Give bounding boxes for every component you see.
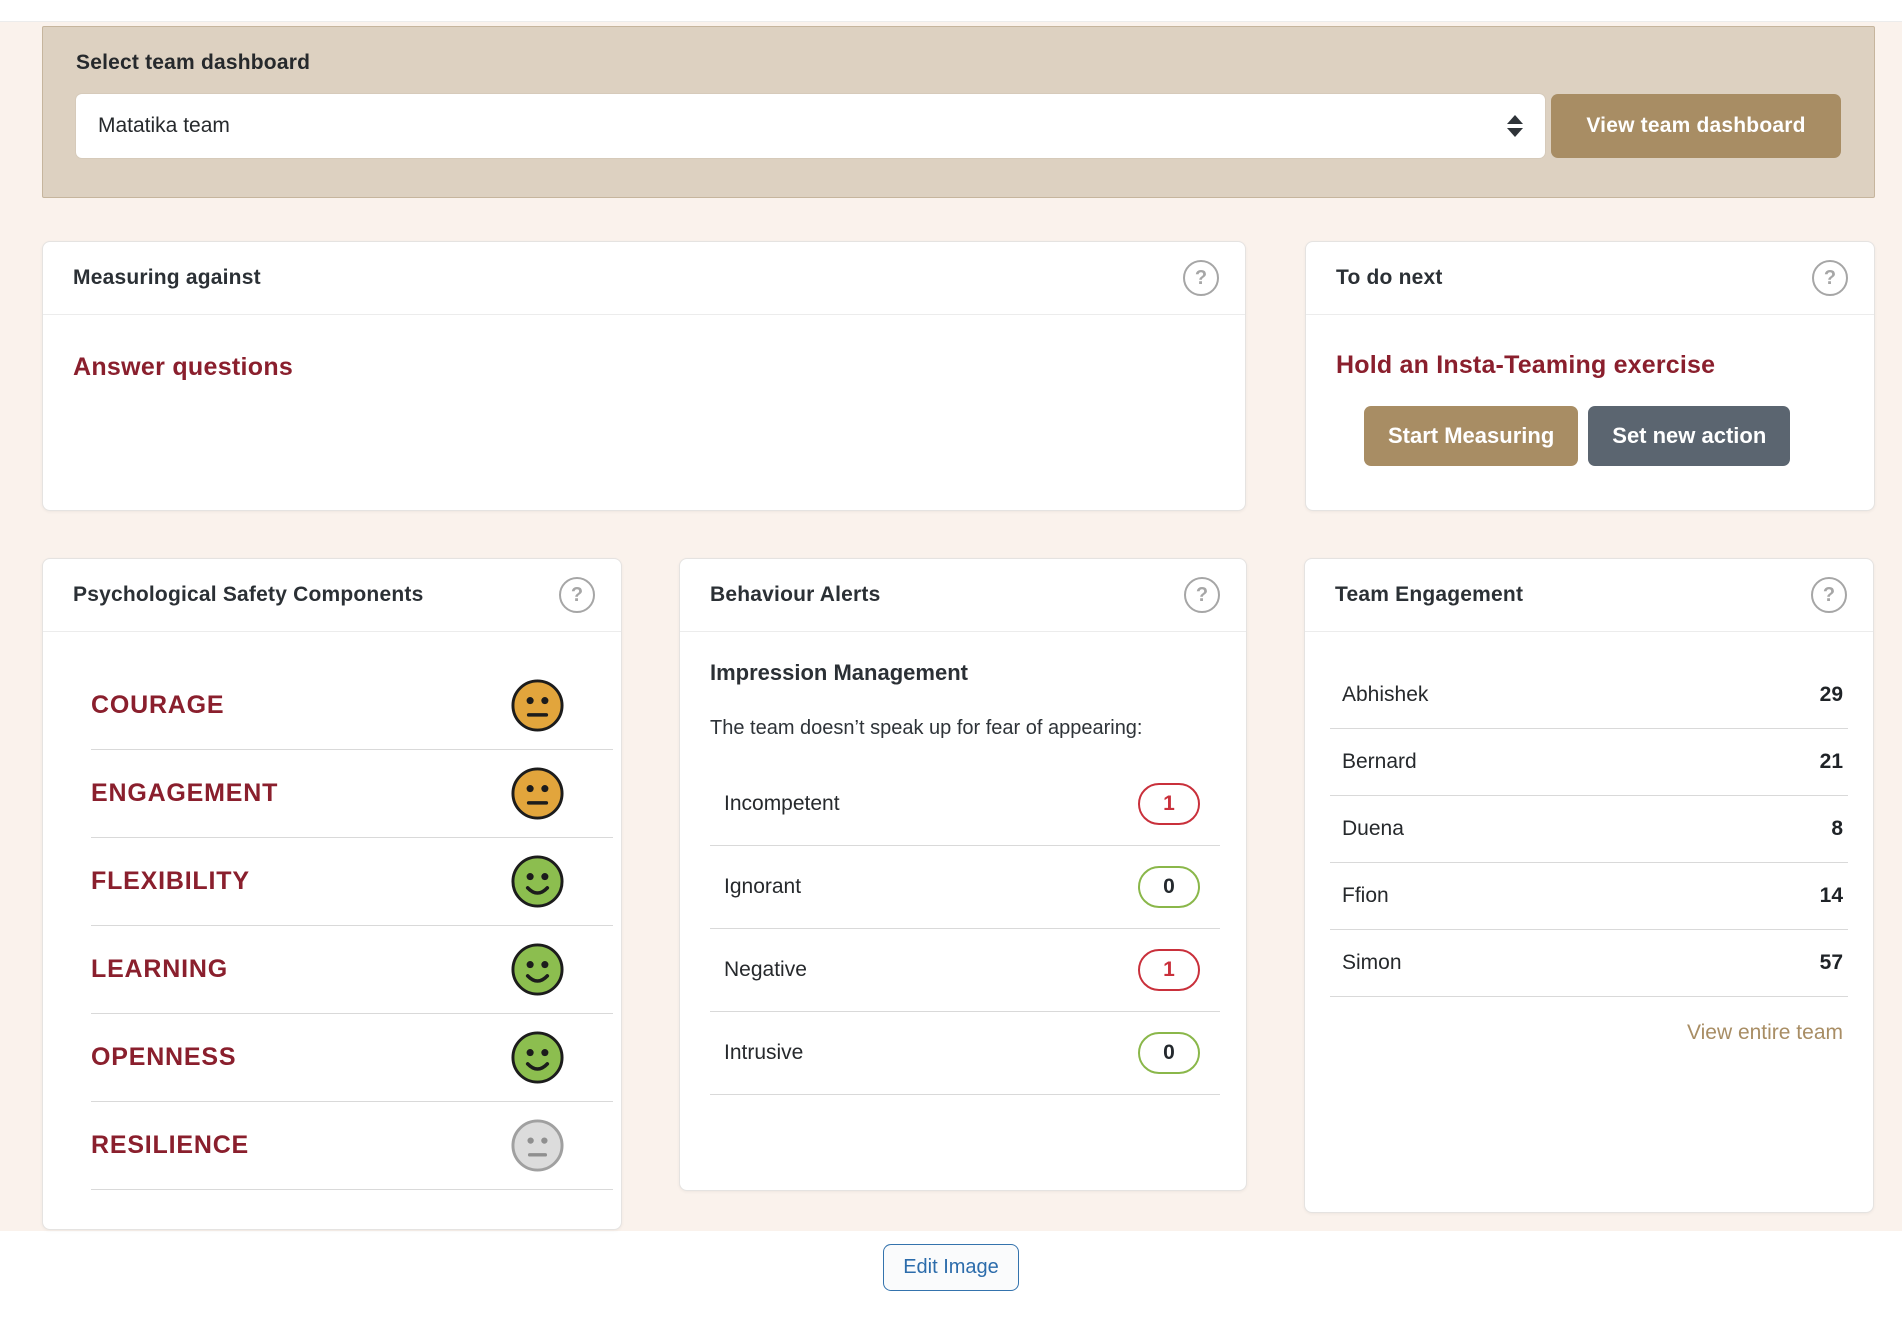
edit-image-button[interactable]: Edit Image (883, 1244, 1019, 1291)
team-member-row: Abhishek 29 (1330, 662, 1848, 729)
view-entire-team-link[interactable]: View entire team (1687, 1021, 1843, 1045)
psych-safety-header: Psychological Safety Components ? (43, 559, 621, 632)
psych-component-openness-link[interactable]: OPENNESS (91, 1043, 236, 1072)
insta-teaming-heading: Hold an Insta-Teaming exercise (1336, 351, 1844, 380)
help-icon[interactable]: ? (1811, 577, 1847, 613)
help-icon[interactable]: ? (1183, 260, 1219, 296)
team-engagement-card: Team Engagement ? Abhishek 29 Bernard 21… (1304, 558, 1874, 1213)
team-engagement-footer: View entire team (1330, 997, 1848, 1045)
psych-safety-row: LEARNING (91, 926, 613, 1014)
measuring-against-card: Measuring against ? Answer questions (42, 241, 1246, 511)
measuring-against-header: Measuring against ? (43, 242, 1245, 315)
team-select-row: Matatika team View team dashboard (76, 94, 1841, 158)
behaviour-alerts-list: Incompetent 1 Ignorant 0 Negative 1 Intr… (710, 763, 1220, 1095)
psych-safety-row: COURAGE (91, 662, 613, 750)
help-icon[interactable]: ? (559, 577, 595, 613)
to-do-next-card: To do next ? Hold an Insta-Teaming exerc… (1305, 241, 1875, 511)
page-footer: Edit Image (0, 1231, 1902, 1339)
alert-count-badge: 1 (1138, 949, 1200, 991)
behaviour-alert-row: Intrusive 0 (710, 1012, 1220, 1095)
alert-count-badge: 1 (1138, 783, 1200, 825)
team-member-row: Bernard 21 (1330, 729, 1848, 796)
psych-safety-row: RESILIENCE (91, 1102, 613, 1190)
help-icon[interactable]: ? (1812, 260, 1848, 296)
behaviour-alerts-body: Impression Management The team doesn’t s… (680, 632, 1246, 1095)
team-engagement-title: Team Engagement (1335, 583, 1523, 607)
to-do-next-buttons: Start Measuring Set new action (1364, 406, 1844, 466)
behaviour-alerts-header: Behaviour Alerts ? (680, 559, 1246, 632)
behaviour-alert-row: Incompetent 1 (710, 763, 1220, 846)
member-name: Ffion (1342, 884, 1389, 908)
team-engagement-header: Team Engagement ? (1305, 559, 1873, 632)
behaviour-label-incompetent: Incompetent (724, 792, 840, 816)
psych-component-courage-link[interactable]: COURAGE (91, 691, 224, 720)
happy-face-green-icon (510, 1030, 565, 1085)
behaviour-alerts-description: The team doesn’t speak up for fear of ap… (710, 710, 1150, 747)
member-score: 8 (1831, 817, 1843, 841)
psych-component-engagement-link[interactable]: ENGAGEMENT (91, 779, 278, 808)
team-engagement-list: Abhishek 29 Bernard 21 Duena 8 Ffion 14 … (1330, 662, 1848, 1045)
neutral-face-amber-icon (510, 678, 565, 733)
behaviour-alert-row: Negative 1 (710, 929, 1220, 1012)
select-updown-icon (1507, 115, 1523, 137)
psych-safety-list: COURAGE ENGAGEMENT F (91, 662, 613, 1190)
measuring-against-body: Answer questions (43, 315, 1245, 420)
psych-component-resilience-link[interactable]: RESILIENCE (91, 1131, 249, 1160)
to-do-next-body: Hold an Insta-Teaming exercise Start Mea… (1306, 315, 1874, 466)
measuring-against-title: Measuring against (73, 266, 261, 290)
team-select-value: Matatika team (98, 114, 230, 138)
team-member-row: Ffion 14 (1330, 863, 1848, 930)
psych-safety-card: Psychological Safety Components ? COURAG… (42, 558, 622, 1230)
member-name: Bernard (1342, 750, 1417, 774)
team-select-dropdown[interactable]: Matatika team (76, 94, 1545, 158)
ok-count-badge: 0 (1138, 1032, 1200, 1074)
behaviour-label-negative: Negative (724, 958, 807, 982)
answer-questions-link[interactable]: Answer questions (73, 353, 293, 381)
member-name: Abhishek (1342, 683, 1428, 707)
set-new-action-button[interactable]: Set new action (1588, 406, 1790, 466)
start-measuring-button[interactable]: Start Measuring (1364, 406, 1578, 466)
behaviour-alerts-card: Behaviour Alerts ? Impression Management… (679, 558, 1247, 1191)
behaviour-label-ignorant: Ignorant (724, 875, 801, 899)
to-do-next-header: To do next ? (1306, 242, 1874, 315)
ok-count-badge: 0 (1138, 866, 1200, 908)
psych-safety-row: OPENNESS (91, 1014, 613, 1102)
team-select-panel: Select team dashboard Matatika team View… (42, 26, 1875, 198)
member-name: Duena (1342, 817, 1404, 841)
happy-face-green-icon (510, 854, 565, 909)
team-member-row: Simon 57 (1330, 930, 1848, 997)
dashboard-row-2: Psychological Safety Components ? COURAG… (42, 558, 1875, 1230)
member-score: 29 (1820, 683, 1843, 707)
member-score: 57 (1820, 951, 1843, 975)
behaviour-label-intrusive: Intrusive (724, 1041, 803, 1065)
happy-face-green-icon (510, 942, 565, 997)
psych-safety-title: Psychological Safety Components (73, 583, 423, 607)
help-icon[interactable]: ? (1184, 577, 1220, 613)
psych-safety-row: ENGAGEMENT (91, 750, 613, 838)
to-do-next-title: To do next (1336, 266, 1443, 290)
dashboard-page: Select team dashboard Matatika team View… (0, 22, 1902, 1231)
psych-component-learning-link[interactable]: LEARNING (91, 955, 228, 984)
member-score: 14 (1820, 884, 1843, 908)
psych-component-flexibility-link[interactable]: FLEXIBILITY (91, 867, 250, 896)
behaviour-alerts-title: Behaviour Alerts (710, 583, 880, 607)
member-name: Simon (1342, 951, 1402, 975)
psych-safety-row: FLEXIBILITY (91, 838, 613, 926)
team-select-label: Select team dashboard (76, 51, 1841, 75)
impression-management-heading: Impression Management (710, 660, 1220, 686)
browser-chrome-strip (0, 0, 1902, 22)
team-member-row: Duena 8 (1330, 796, 1848, 863)
dashboard-row-1: Measuring against ? Answer questions To … (42, 241, 1875, 511)
view-team-dashboard-button[interactable]: View team dashboard (1551, 94, 1841, 158)
neutral-face-amber-icon (510, 766, 565, 821)
behaviour-alert-row: Ignorant 0 (710, 846, 1220, 929)
member-score: 21 (1820, 750, 1843, 774)
neutral-face-gray-icon (510, 1118, 565, 1173)
